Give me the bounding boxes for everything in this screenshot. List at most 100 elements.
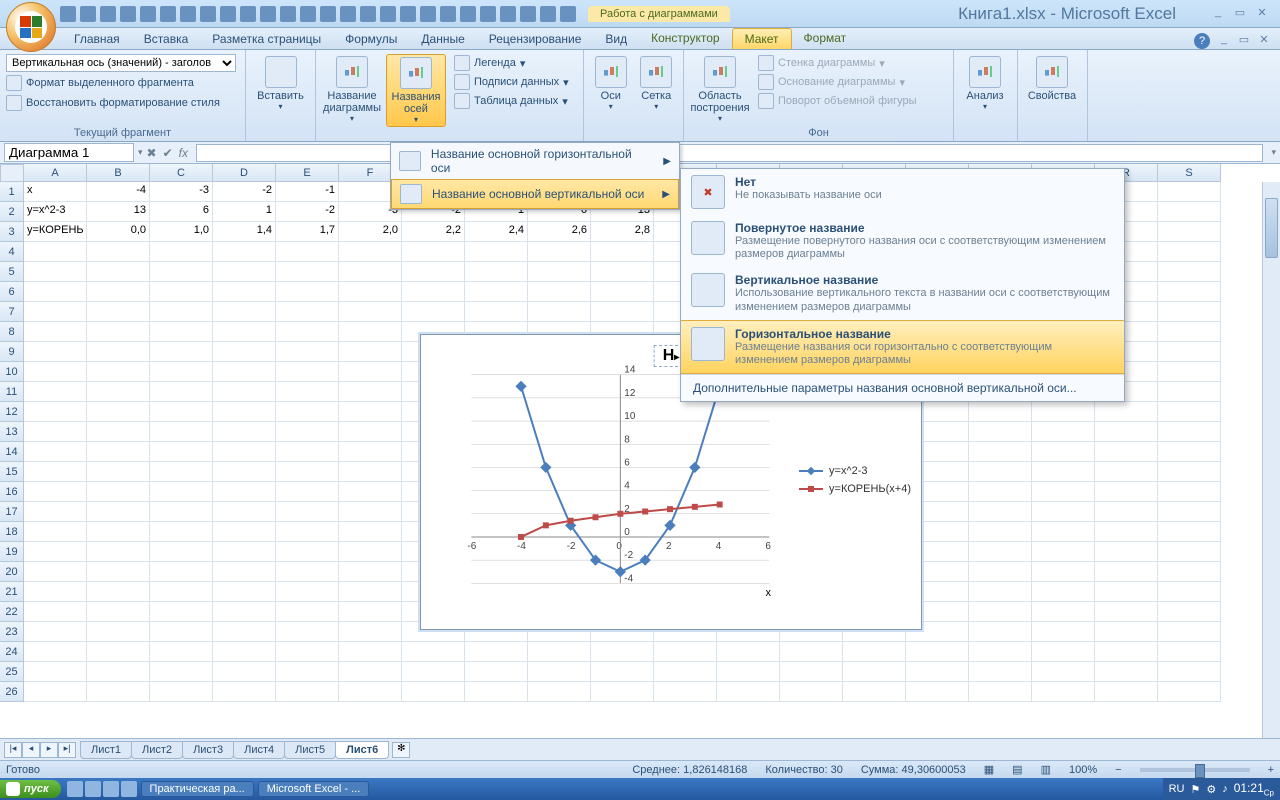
cell[interactable] (150, 442, 213, 462)
cell[interactable] (906, 662, 969, 682)
cell[interactable] (1032, 562, 1095, 582)
tab-Формат[interactable]: Формат (792, 28, 859, 49)
tray-icon[interactable]: ⚙ (1206, 783, 1216, 796)
cell[interactable] (150, 482, 213, 502)
axis-titles-button[interactable]: Названия осей▾ (386, 54, 446, 127)
cell[interactable] (24, 242, 87, 262)
cell[interactable] (150, 382, 213, 402)
cell[interactable] (654, 642, 717, 662)
cell[interactable] (1095, 502, 1158, 522)
cell[interactable] (780, 662, 843, 682)
cell[interactable] (969, 402, 1032, 422)
vat-vertical[interactable]: Вертикальное названиеИспользование верти… (681, 267, 1124, 319)
cell[interactable] (465, 242, 528, 262)
cell[interactable] (150, 302, 213, 322)
quick-launch-icon[interactable] (85, 781, 101, 797)
cell[interactable] (24, 562, 87, 582)
cell[interactable] (87, 602, 150, 622)
qat-icon[interactable] (200, 6, 216, 22)
quick-launch-icon[interactable] (121, 781, 137, 797)
cell[interactable] (276, 662, 339, 682)
data-labels-button[interactable]: Подписи данных ▾ (450, 73, 573, 91)
tab-Формулы[interactable]: Формулы (333, 29, 409, 49)
cell[interactable] (402, 682, 465, 702)
vat-horizontal[interactable]: Горизонтальное названиеРазмещение назван… (681, 320, 1124, 374)
cell[interactable] (213, 482, 276, 502)
cell[interactable]: 1,4 (213, 222, 276, 242)
qat-icon[interactable] (380, 6, 396, 22)
cell[interactable] (465, 282, 528, 302)
cell[interactable] (339, 622, 402, 642)
tab-Вставка[interactable]: Вставка (132, 29, 201, 49)
cell[interactable] (213, 502, 276, 522)
view-pagebreak-icon[interactable]: ▥ (1041, 763, 1051, 776)
qat-icon[interactable] (520, 6, 536, 22)
cell[interactable] (150, 602, 213, 622)
cell[interactable] (1032, 522, 1095, 542)
cell[interactable] (150, 562, 213, 582)
cell[interactable] (1095, 582, 1158, 602)
qat-save-icon[interactable] (60, 6, 76, 22)
horiz-axis-title-item[interactable]: Название основной горизонтальной оси▶ (391, 143, 679, 179)
cell[interactable] (213, 362, 276, 382)
cell[interactable] (213, 542, 276, 562)
cell[interactable] (528, 642, 591, 662)
row-header[interactable]: 8 (0, 322, 24, 342)
cell[interactable] (1158, 242, 1221, 262)
cell[interactable] (969, 462, 1032, 482)
cell[interactable]: y=x^2-3 (24, 202, 87, 222)
cell[interactable] (465, 262, 528, 282)
cell[interactable] (213, 562, 276, 582)
cell[interactable] (843, 662, 906, 682)
tab-Разметка страницы[interactable]: Разметка страницы (200, 29, 333, 49)
qat-undo-icon[interactable] (80, 6, 96, 22)
cell[interactable] (1095, 462, 1158, 482)
qat-icon[interactable] (160, 6, 176, 22)
cell[interactable] (213, 462, 276, 482)
cell[interactable] (24, 542, 87, 562)
cell[interactable] (969, 682, 1032, 702)
doc-restore-button[interactable]: ▭ (1234, 33, 1254, 49)
cell[interactable] (969, 482, 1032, 502)
row-header[interactable]: 7 (0, 302, 24, 322)
cell[interactable] (339, 642, 402, 662)
cell[interactable] (654, 682, 717, 702)
gridlines-button[interactable]: Сетка▾ (636, 54, 678, 113)
close-button[interactable]: ✕ (1252, 6, 1272, 22)
doc-minimize-button[interactable]: _ (1214, 33, 1234, 49)
cell[interactable] (969, 502, 1032, 522)
cell[interactable] (339, 482, 402, 502)
zoom-in-button[interactable]: + (1268, 764, 1274, 776)
cell[interactable] (1032, 462, 1095, 482)
chart-title-button[interactable]: Название диаграммы▾ (322, 54, 382, 125)
tray-icon[interactable]: ♪ (1222, 783, 1228, 795)
cell[interactable] (276, 362, 339, 382)
zoom-level[interactable]: 100% (1069, 764, 1097, 776)
cell[interactable] (24, 482, 87, 502)
cell[interactable] (150, 582, 213, 602)
enter-icon[interactable]: ✔ (163, 146, 173, 160)
cell[interactable] (717, 662, 780, 682)
cell[interactable]: x (24, 182, 87, 202)
cell[interactable] (1158, 622, 1221, 642)
cell[interactable] (24, 642, 87, 662)
cell[interactable] (591, 662, 654, 682)
cell[interactable] (1095, 422, 1158, 442)
cell[interactable] (1095, 542, 1158, 562)
qat-icon[interactable] (340, 6, 356, 22)
sheet-tab[interactable]: Лист1 (80, 741, 132, 759)
cell[interactable] (24, 622, 87, 642)
vertical-scrollbar[interactable] (1262, 182, 1280, 760)
cell[interactable] (213, 682, 276, 702)
cell[interactable] (87, 522, 150, 542)
vat-more-options[interactable]: Дополнительные параметры названия основн… (681, 374, 1124, 401)
cell[interactable] (150, 402, 213, 422)
row-header[interactable]: 22 (0, 602, 24, 622)
cell[interactable] (780, 642, 843, 662)
cell[interactable] (213, 442, 276, 462)
chart-element-selector[interactable]: Вертикальная ось (значений) - заголов (6, 54, 236, 72)
cell[interactable] (150, 342, 213, 362)
cell[interactable] (1158, 682, 1221, 702)
cell[interactable] (843, 682, 906, 702)
cell[interactable] (276, 322, 339, 342)
